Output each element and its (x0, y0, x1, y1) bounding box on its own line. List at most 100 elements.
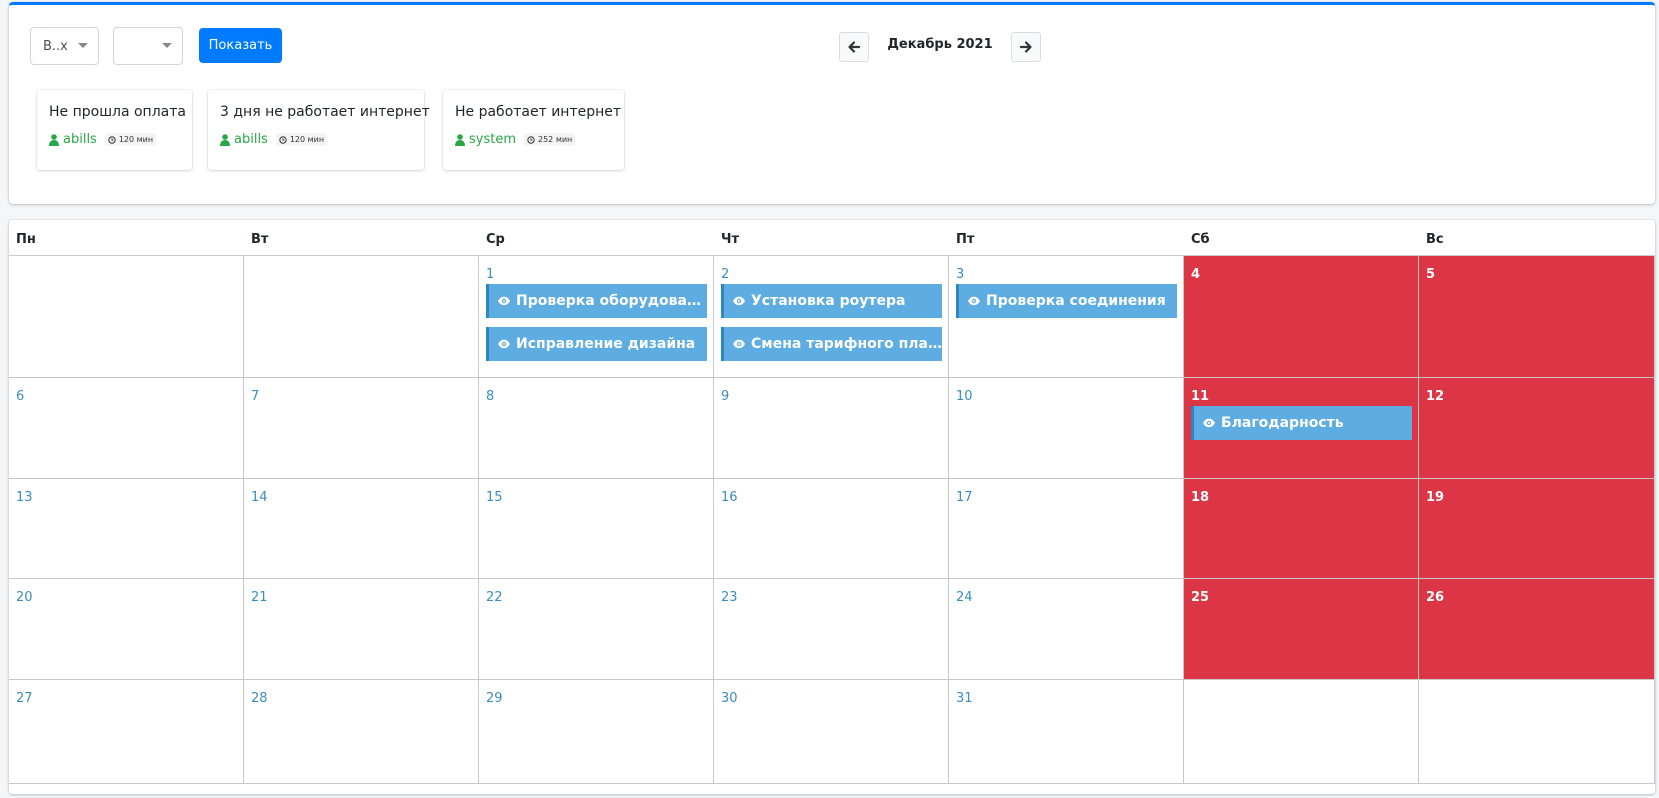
day-number[interactable]: 27 (16, 691, 33, 706)
calendar-day-cell[interactable]: 3 Проверка соединения (949, 256, 1184, 378)
calendar-header: Пн Вт Ср Чт Пт Сб Вс (9, 220, 1655, 256)
day-number[interactable]: 31 (956, 691, 973, 706)
event-title: Исправление дизайна (516, 336, 696, 352)
event-title: Благодарность (1221, 415, 1344, 431)
day-number[interactable]: 11 (1191, 389, 1209, 404)
day-number[interactable]: 4 (1191, 267, 1200, 282)
task-time: 120 мин (118, 135, 154, 144)
task-time: 252 мин (538, 135, 573, 144)
calendar-day-cell[interactable] (1419, 680, 1655, 784)
calendar-day-cell[interactable]: 24 (949, 579, 1184, 680)
month-title: Декабрь 2021 (887, 37, 993, 52)
calendar-day-cell[interactable]: 16 (714, 479, 949, 579)
day-number[interactable]: 28 (251, 691, 268, 706)
calendar-event[interactable]: Проверка оборудования (486, 284, 707, 318)
day-number[interactable]: 14 (251, 490, 268, 505)
day-number[interactable]: 21 (251, 590, 268, 605)
calendar-day-cell[interactable]: 28 (244, 680, 479, 784)
calendar-day-cell[interactable] (244, 256, 479, 378)
calendar-day-cell[interactable]: 4 (1184, 256, 1419, 378)
day-number[interactable]: 13 (16, 490, 33, 505)
calendar-day-cell[interactable]: 5 (1419, 256, 1655, 378)
calendar-day-cell[interactable]: 13 (9, 479, 244, 579)
day-number[interactable]: 29 (486, 691, 503, 706)
day-number[interactable]: 19 (1426, 490, 1444, 505)
calendar-day-cell[interactable]: 12 (1419, 378, 1655, 479)
day-number[interactable]: 10 (956, 389, 973, 404)
day-number[interactable]: 20 (16, 590, 33, 605)
calendar-day-cell[interactable]: 25 (1184, 579, 1419, 680)
clock-icon (279, 135, 287, 144)
calendar-event[interactable]: Установка роутера (721, 284, 942, 318)
calendar-day-cell[interactable]: 11 Благодарность (1184, 378, 1419, 479)
task-user[interactable]: abills (63, 132, 97, 147)
calendar-day-cell[interactable]: 1 Проверка оборудования Исправление дизайн… (479, 256, 714, 378)
day-number[interactable]: 5 (1426, 267, 1435, 282)
calendar-event[interactable]: Благодарность (1191, 406, 1412, 440)
arrow-left-icon (848, 41, 861, 53)
event-title: Проверка соединения (986, 293, 1166, 309)
day-number[interactable]: 16 (721, 490, 738, 505)
calendar-day-cell[interactable]: 27 (9, 680, 244, 784)
calendar-event[interactable]: Проверка соединения (956, 284, 1177, 318)
user-icon (220, 133, 230, 146)
day-name: Ср (486, 232, 505, 247)
day-number[interactable]: 17 (956, 490, 973, 505)
show-button[interactable]: Показать (199, 28, 282, 63)
day-number[interactable]: 24 (956, 590, 973, 605)
calendar-day-cell[interactable] (1184, 680, 1419, 784)
calendar-day-cell[interactable]: 6 (9, 378, 244, 479)
day-number[interactable]: 3 (956, 267, 964, 282)
calendar-day-cell[interactable]: 21 (244, 579, 479, 680)
calendar-day-cell[interactable]: 26 (1419, 579, 1655, 680)
next-month-button[interactable] (1011, 32, 1041, 62)
task-card[interactable]: Не работает интернет system 252 мин (443, 90, 624, 170)
day-number[interactable]: 25 (1191, 590, 1209, 605)
task-user[interactable]: abills (234, 132, 268, 147)
calendar-day-cell[interactable]: 18 (1184, 479, 1419, 579)
calendar-day-cell[interactable]: 22 (479, 579, 714, 680)
status-select-value: В..х (43, 38, 68, 54)
day-number[interactable]: 1 (486, 267, 494, 282)
calendar-day-cell[interactable]: 2 Установка роутера Смена тарифного плана … (714, 256, 949, 378)
day-number[interactable]: 6 (16, 389, 24, 404)
day-number[interactable]: 22 (486, 590, 503, 605)
task-user[interactable]: system (469, 132, 516, 147)
calendar-day-cell[interactable]: 30 (714, 680, 949, 784)
calendar-day-cell[interactable]: 9 (714, 378, 949, 479)
day-number[interactable]: 2 (721, 267, 729, 282)
day-number[interactable]: 30 (721, 691, 738, 706)
day-number[interactable]: 8 (486, 389, 494, 404)
calendar-day-cell[interactable]: 23 (714, 579, 949, 680)
clock-icon (527, 135, 535, 144)
calendar-day-cell[interactable]: 15 (479, 479, 714, 579)
calendar-day-cell[interactable]: 29 (479, 680, 714, 784)
calendar-day-cell[interactable]: 8 (479, 378, 714, 479)
calendar-day-cell[interactable]: 19 (1419, 479, 1655, 579)
day-number[interactable]: 7 (251, 389, 259, 404)
type-select[interactable] (113, 27, 183, 65)
day-number[interactable]: 23 (721, 590, 738, 605)
user-icon (455, 133, 465, 146)
event-title: Установка роутера (751, 293, 906, 309)
day-number[interactable]: 15 (486, 490, 503, 505)
prev-month-button[interactable] (839, 32, 869, 62)
calendar-day-cell[interactable]: 14 (244, 479, 479, 579)
calendar-event[interactable]: Исправление дизайна (486, 327, 707, 361)
calendar-day-cell[interactable]: 7 (244, 378, 479, 479)
day-number[interactable]: 18 (1191, 490, 1209, 505)
calendar-day-cell[interactable]: 10 (949, 378, 1184, 479)
calendar-day-cell[interactable]: 31 (949, 680, 1184, 784)
calendar-day-cell[interactable]: 17 (949, 479, 1184, 579)
task-card[interactable]: Не прошла оплата abills 120 мин (37, 90, 192, 170)
clock-icon (108, 135, 116, 144)
task-title: 3 дня не работает интернет (220, 104, 430, 120)
calendar-event[interactable]: Смена тарифного плана на более выгодный (721, 327, 942, 361)
task-card[interactable]: 3 дня не работает интернет abills 120 ми… (208, 90, 430, 170)
day-number[interactable]: 9 (721, 389, 729, 404)
calendar-day-cell[interactable] (9, 256, 244, 378)
calendar-day-cell[interactable]: 20 (9, 579, 244, 680)
status-select[interactable]: В..х (30, 27, 99, 65)
day-number[interactable]: 26 (1426, 590, 1444, 605)
day-number[interactable]: 12 (1426, 389, 1444, 404)
